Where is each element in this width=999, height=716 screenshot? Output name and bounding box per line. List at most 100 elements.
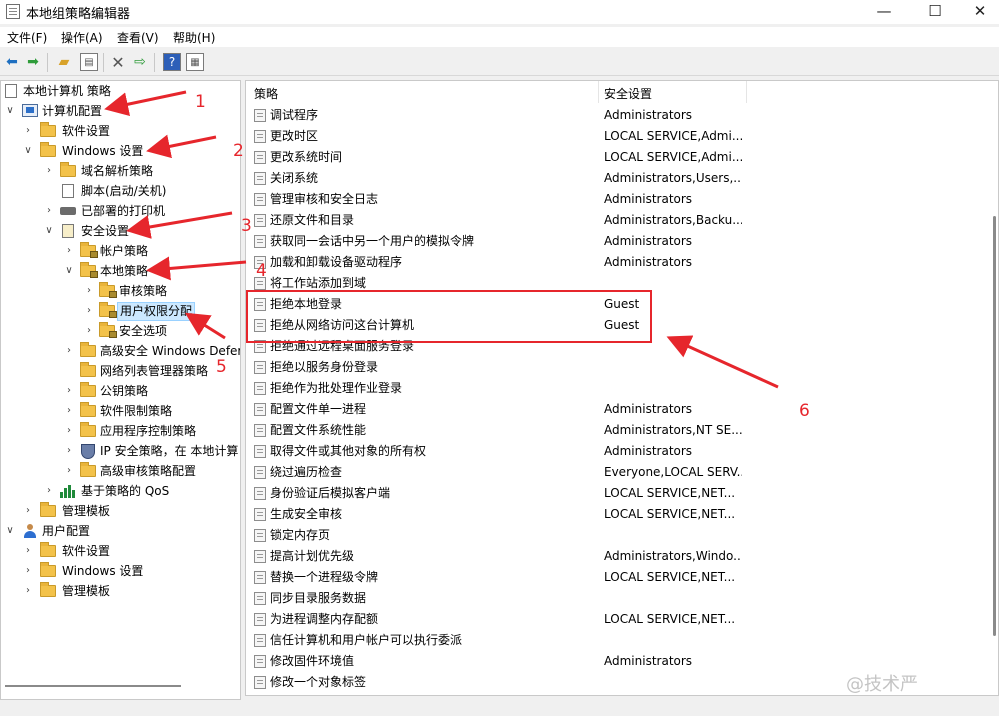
menu-file[interactable]: 文件(F): [7, 29, 47, 46]
chevron-right-icon[interactable]: ›: [22, 501, 34, 521]
policy-name: 更改时区: [270, 129, 319, 143]
table-row[interactable]: 配置文件系统性能 Administrators,NT SE...: [246, 420, 986, 441]
policy-name: 同步目录服务数据: [270, 591, 367, 605]
policy-icon: [254, 529, 266, 542]
policy-name: 信任计算机和用户帐户可以执行委派: [270, 633, 463, 647]
forward-icon[interactable]: ➡: [24, 53, 42, 71]
table-row[interactable]: 绕过遍历检查 Everyone,LOCAL SERV...: [246, 462, 986, 483]
chevron-right-icon[interactable]: ›: [22, 581, 34, 601]
shield-icon: [81, 444, 95, 459]
folder-lock-icon: [80, 242, 98, 258]
app-icon: [6, 4, 20, 19]
table-row[interactable]: 身份验证后模拟客户端 LOCAL SERVICE,NET...: [246, 483, 986, 504]
menu-help[interactable]: 帮助(H): [173, 29, 215, 46]
chevron-down-icon[interactable]: ∨: [22, 141, 34, 161]
annotation-3: 3: [241, 216, 252, 236]
policy-setting: LOCAL SERVICE,Admi...: [604, 129, 742, 143]
table-row[interactable]: 提高计划优先级 Administrators,Windo...: [246, 546, 986, 567]
chevron-right-icon[interactable]: ›: [63, 241, 75, 261]
chevron-right-icon[interactable]: ›: [63, 461, 75, 481]
menu-action[interactable]: 操作(A): [61, 29, 103, 46]
policy-icon: [254, 424, 266, 437]
chevron-right-icon[interactable]: ›: [83, 321, 95, 341]
chevron-right-icon[interactable]: ›: [63, 421, 75, 441]
policy-name: 修改固件环境值: [270, 654, 355, 668]
policy-name: 身份验证后模拟客户端: [270, 486, 391, 500]
close-button[interactable]: ✕: [957, 0, 999, 24]
table-row[interactable]: 配置文件单一进程 Administrators: [246, 399, 986, 420]
table-row[interactable]: 信任计算机和用户帐户可以执行委派: [246, 630, 986, 651]
export-icon[interactable]: ⇨: [131, 53, 149, 71]
folder-icon: [80, 362, 96, 377]
table-row[interactable]: 关闭系统 Administrators,Users,...: [246, 168, 986, 189]
chevron-right-icon[interactable]: ›: [83, 301, 95, 321]
policy-icon: [254, 403, 266, 416]
policy-document-icon: [5, 84, 17, 98]
up-folder-icon[interactable]: ▰: [55, 53, 73, 71]
highlight-box: [246, 290, 652, 343]
policy-icon: [254, 193, 266, 206]
folder-lock-icon: [99, 282, 117, 298]
table-row[interactable]: 获取同一会话中另一个用户的模拟令牌 Administrators: [246, 231, 986, 252]
vertical-scrollbar[interactable]: [993, 216, 996, 636]
table-row[interactable]: 调试程序 Administrators: [246, 105, 986, 126]
chevron-right-icon[interactable]: ›: [43, 201, 55, 221]
policy-name: 更改系统时间: [270, 150, 343, 164]
folder-icon: [80, 382, 96, 397]
delete-icon[interactable]: ✕: [109, 53, 127, 72]
policy-list-pane[interactable]: ^ 策略 安全设置 调试程序 Administrators 更改时区 LOCAL SE…: [245, 80, 999, 696]
folder-lock-icon: [99, 322, 117, 338]
chevron-right-icon[interactable]: ›: [22, 561, 34, 581]
table-row[interactable]: 更改时区 LOCAL SERVICE,Admi...: [246, 126, 986, 147]
properties-icon[interactable]: ▦: [186, 53, 204, 71]
security-icon: [62, 224, 74, 238]
chevron-down-icon[interactable]: ∨: [63, 261, 75, 281]
table-row[interactable]: 管理审核和安全日志 Administrators: [246, 189, 986, 210]
folder-icon: [80, 422, 96, 437]
show-tree-icon[interactable]: ▤: [80, 53, 98, 71]
table-row[interactable]: 锁定内存页: [246, 525, 986, 546]
table-row[interactable]: 替换一个进程级令牌 LOCAL SERVICE,NET...: [246, 567, 986, 588]
chevron-down-icon[interactable]: ∨: [43, 221, 55, 241]
table-row[interactable]: 加载和卸载设备驱动程序 Administrators: [246, 252, 986, 273]
policy-setting: Administrators,Backu...: [604, 213, 742, 227]
policy-icon: [254, 130, 266, 143]
folder-icon: [80, 462, 96, 477]
chevron-down-icon[interactable]: ∨: [4, 101, 16, 121]
horizontal-scrollbar[interactable]: [5, 685, 181, 687]
chevron-right-icon[interactable]: ›: [63, 441, 75, 461]
minimize-button[interactable]: —: [861, 0, 907, 24]
table-row[interactable]: 取得文件或其他对象的所有权 Administrators: [246, 441, 986, 462]
folder-icon: [80, 342, 96, 357]
chevron-right-icon[interactable]: ›: [83, 281, 95, 301]
annotation-2: 2: [233, 141, 244, 161]
chevron-right-icon[interactable]: ›: [22, 121, 34, 141]
column-header-policy[interactable]: 策略: [254, 85, 278, 102]
tree-pane[interactable]: 本地计算机 策略 ∨ 计算机配置 › 软件设置 ∨ Windows 设置 › 域…: [0, 80, 241, 700]
column-header-setting[interactable]: 安全设置: [604, 85, 652, 102]
table-row[interactable]: 修改固件环境值 Administrators: [246, 651, 986, 672]
policy-name: 配置文件单一进程: [270, 402, 367, 416]
table-row[interactable]: 更改系统时间 LOCAL SERVICE,Admi...: [246, 147, 986, 168]
chevron-right-icon[interactable]: ›: [43, 161, 55, 181]
chevron-right-icon[interactable]: ›: [22, 541, 34, 561]
chevron-right-icon[interactable]: ›: [63, 381, 75, 401]
chevron-right-icon[interactable]: ›: [63, 401, 75, 421]
policy-icon: [254, 445, 266, 458]
chevron-right-icon[interactable]: ›: [43, 481, 55, 501]
table-row[interactable]: 拒绝作为批处理作业登录: [246, 378, 986, 399]
chevron-right-icon[interactable]: ›: [63, 341, 75, 361]
back-icon[interactable]: ⬅: [3, 53, 21, 71]
help-icon[interactable]: ?: [163, 53, 181, 71]
table-row[interactable]: 同步目录服务数据: [246, 588, 986, 609]
table-row[interactable]: 为进程调整内存配额 LOCAL SERVICE,NET...: [246, 609, 986, 630]
chevron-down-icon[interactable]: ∨: [4, 521, 16, 541]
table-row[interactable]: 生成安全审核 LOCAL SERVICE,NET...: [246, 504, 986, 525]
folder-icon: [60, 162, 76, 177]
table-row[interactable]: 拒绝以服务身份登录: [246, 357, 986, 378]
menu-view[interactable]: 查看(V): [117, 29, 159, 46]
table-row[interactable]: 还原文件和目录 Administrators,Backu...: [246, 210, 986, 231]
policy-name: 关闭系统: [270, 171, 319, 185]
maximize-button[interactable]: ☐: [912, 0, 958, 24]
folder-icon: [40, 142, 56, 157]
